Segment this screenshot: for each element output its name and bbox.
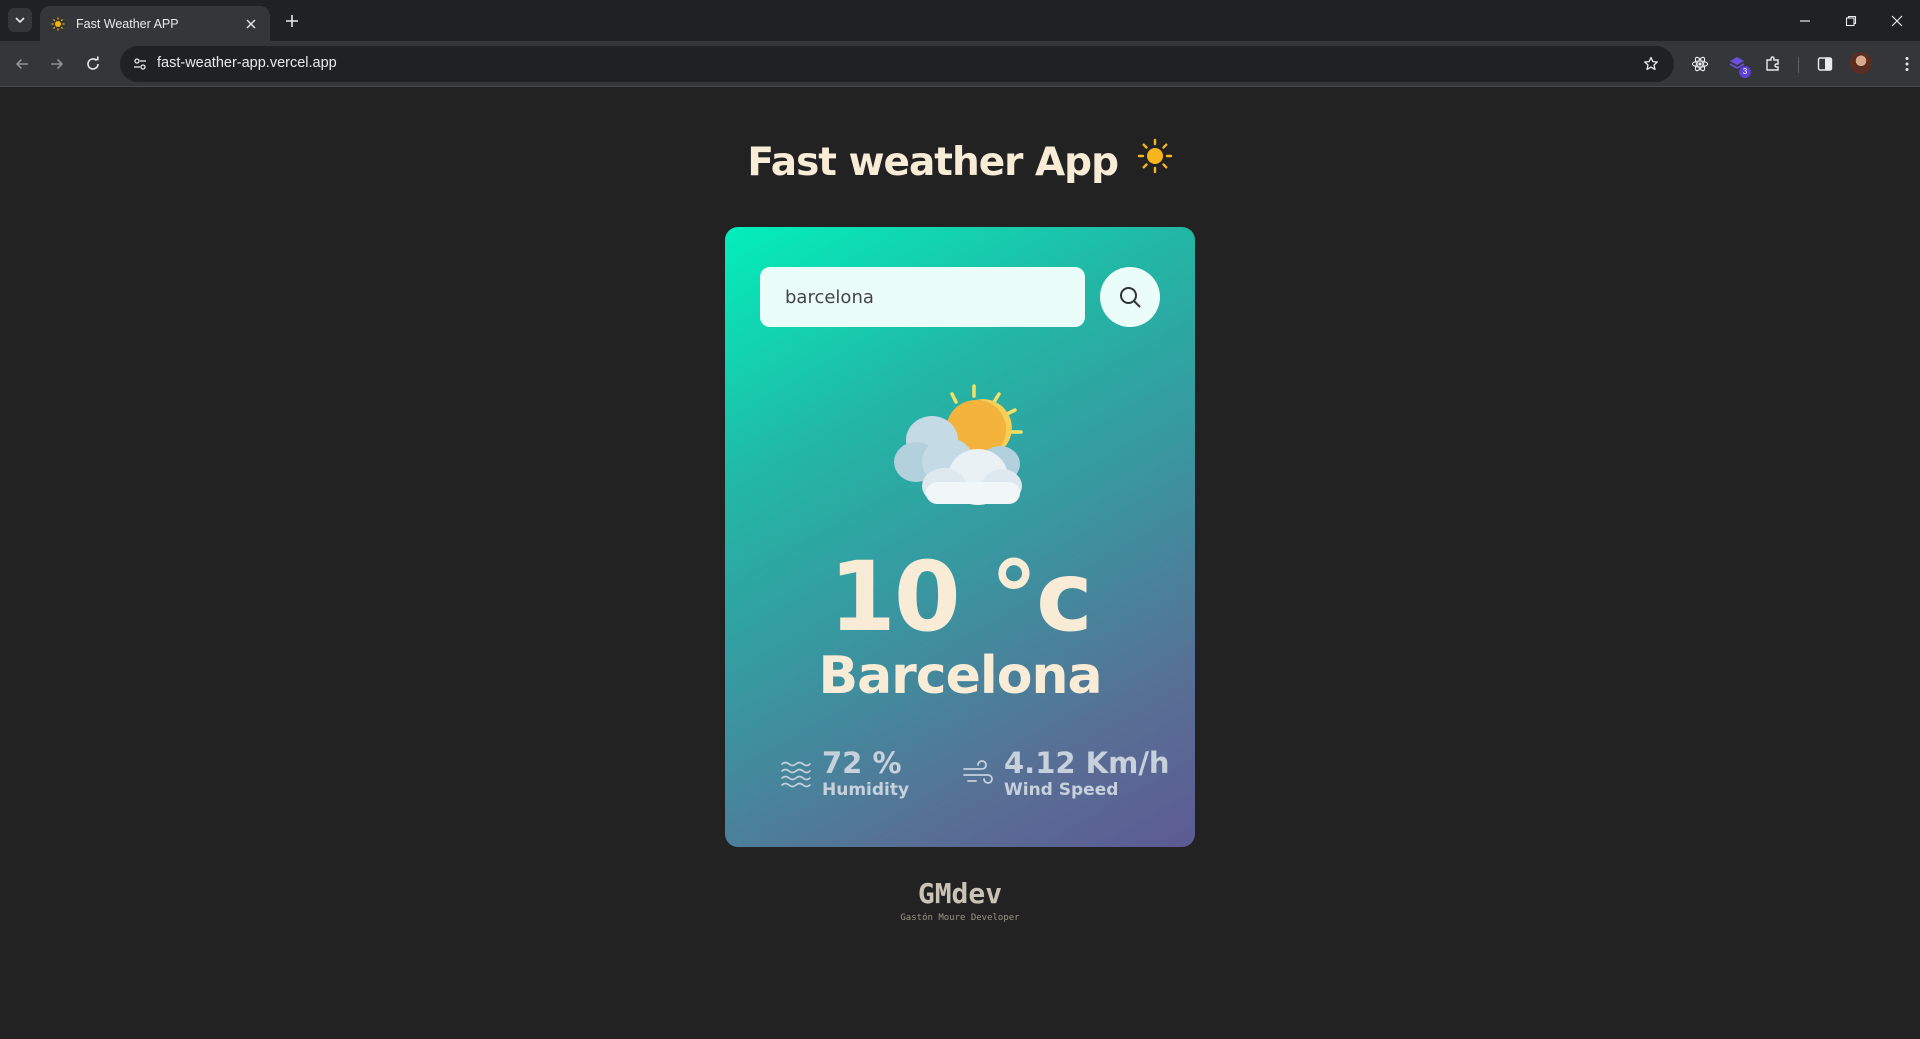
more-vertical-icon [1905, 57, 1909, 71]
wind-icon [960, 756, 996, 792]
side-panel-icon [1817, 57, 1833, 71]
back-button[interactable] [10, 52, 34, 76]
chevron-down-icon [15, 17, 25, 24]
side-panel-button[interactable] [1813, 52, 1837, 76]
site-info-icon[interactable] [128, 52, 152, 76]
toolbar-divider [1798, 57, 1799, 73]
search-button[interactable] [1100, 267, 1160, 327]
puzzle-icon [1766, 56, 1779, 71]
restore-button[interactable] [1828, 0, 1874, 41]
humidity-waves-icon [778, 756, 814, 792]
minimize-icon [1800, 19, 1810, 22]
browser-tab[interactable]: Fast Weather APP [40, 6, 270, 41]
extension-badge: 3 [1739, 66, 1751, 78]
footer-logo: GMdev [917, 877, 1003, 910]
tab-search-button[interactable] [8, 8, 32, 32]
atom-icon [1691, 56, 1709, 72]
reload-button[interactable] [81, 52, 105, 76]
new-tab-button[interactable] [281, 10, 303, 32]
app-title-text: Fast weather App [747, 140, 1119, 185]
extension-stack[interactable]: 3 [1725, 52, 1751, 78]
wind-metric: 4.12 Km/h Wind Speed [960, 747, 1170, 801]
extension-react-devtools[interactable] [1688, 52, 1712, 76]
bookmark-star-icon[interactable] [1640, 53, 1662, 75]
humidity-metric: 72 % Humidity [778, 747, 909, 801]
arrow-right-icon [51, 58, 64, 70]
browser-menu-button[interactable] [1895, 52, 1919, 76]
forward-button[interactable] [45, 52, 69, 76]
extensions-button[interactable] [1761, 52, 1785, 76]
sun-behind-clouds-icon [890, 382, 1030, 507]
wind-speed-label: Wind Speed [1004, 780, 1119, 800]
wind-speed-value: 4.12 Km/h [1004, 746, 1170, 780]
minimize-button[interactable] [1782, 0, 1828, 41]
humidity-value: 72 % [822, 746, 902, 780]
footer-subtitle: Gastón Moure Developer [900, 913, 1020, 923]
plus-icon [286, 15, 298, 27]
search-icon [1120, 287, 1141, 308]
page-content: Fast weather App barcelona 10 °c Barcelo… [0, 88, 1920, 1039]
browser-tabstrip: Fast Weather APP [0, 0, 1920, 41]
weather-card: 10 °c Barcelona 72 % Humidity 4.12 Km/h … [725, 227, 1195, 847]
restore-icon [1845, 15, 1857, 26]
temperature: 10 °c [829, 541, 1093, 653]
close-icon [1891, 15, 1903, 26]
browser-toolbar: fast-weather-app.vercel.app 3 [0, 41, 1920, 87]
humidity-label: Humidity [822, 780, 910, 800]
city-search-input[interactable] [760, 267, 1085, 327]
reload-icon [87, 56, 99, 70]
tab-close-icon[interactable] [242, 15, 260, 33]
url-text: fast-weather-app.vercel.app [157, 55, 337, 71]
app-title: Fast weather App [0, 138, 1920, 185]
address-bar[interactable]: fast-weather-app.vercel.app [120, 46, 1674, 82]
profile-avatar[interactable] [1850, 52, 1872, 74]
close-window-button[interactable] [1874, 0, 1920, 41]
tab-title: Fast Weather APP [76, 16, 179, 31]
arrow-left-icon [15, 58, 28, 70]
sun-icon [1137, 138, 1173, 184]
city-name: Barcelona [818, 646, 1102, 706]
sun-favicon-icon [50, 16, 66, 32]
